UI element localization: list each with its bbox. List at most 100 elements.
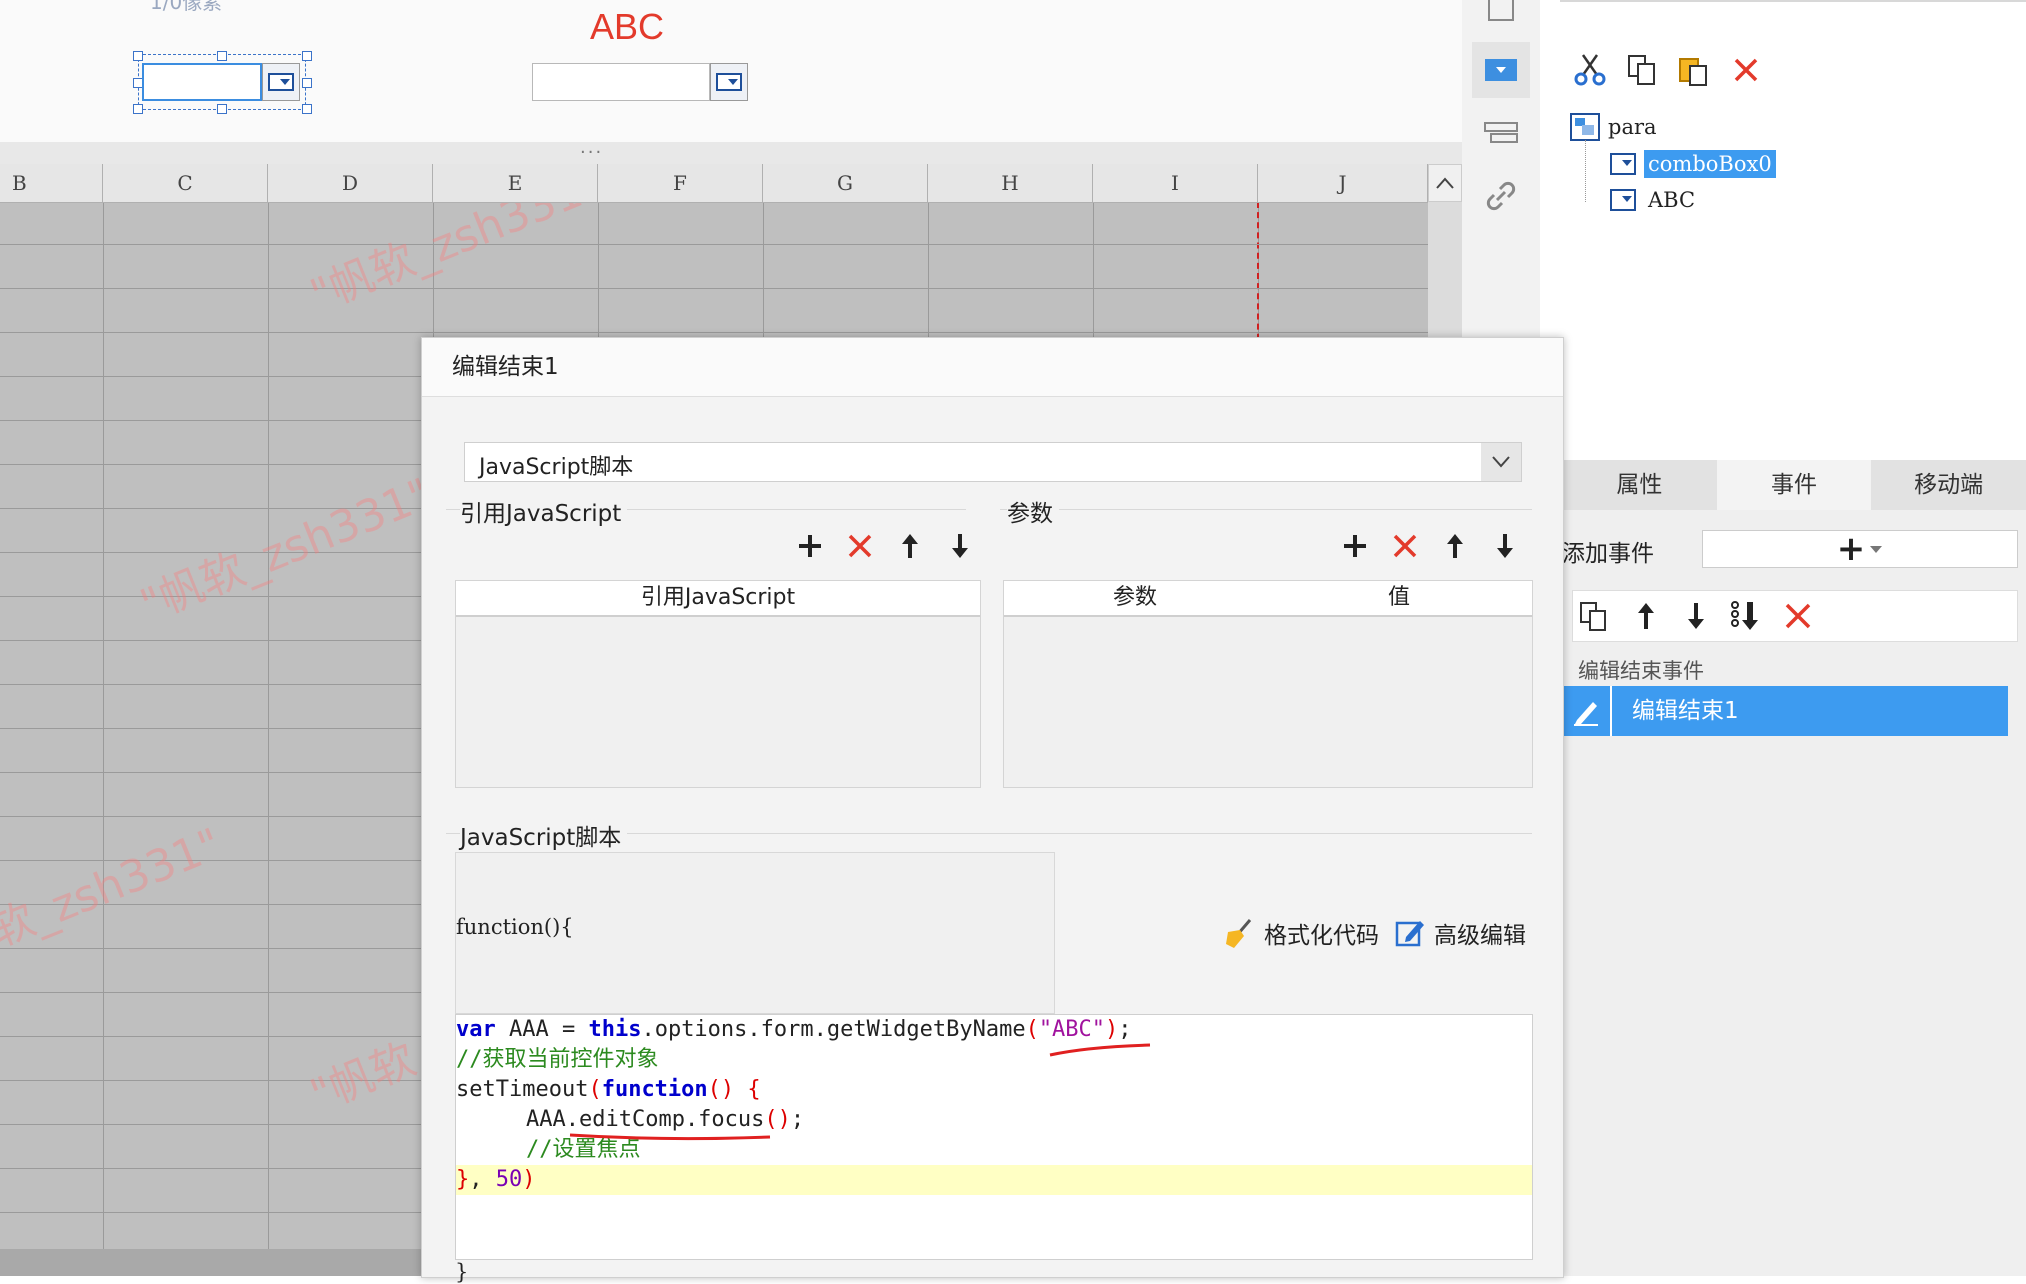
arrow-down-icon xyxy=(952,534,968,558)
params-table: 参数 值 xyxy=(1003,580,1533,788)
copy-event-button[interactable] xyxy=(1576,598,1612,634)
dropdown-icon xyxy=(716,73,742,91)
tree-node-combobox0[interactable]: comboBox0 xyxy=(1610,147,1776,181)
arrow-up-icon xyxy=(1638,603,1654,629)
broom-icon xyxy=(1226,919,1252,948)
advanced-edit-button[interactable]: 高级编辑 xyxy=(1394,916,1526,950)
tree-node-abc[interactable]: ABC xyxy=(1610,183,1699,217)
edit-icon xyxy=(1395,921,1424,947)
resize-handle[interactable] xyxy=(133,104,143,114)
widget-frame-button[interactable] xyxy=(1472,0,1530,38)
column-header[interactable]: E xyxy=(433,164,598,202)
combobox-icon xyxy=(1610,189,1636,211)
add-ref-button[interactable] xyxy=(792,528,828,564)
param-column-header[interactable]: 参数 xyxy=(1004,581,1267,617)
dropdown-icon xyxy=(268,73,294,91)
delete-icon xyxy=(1785,603,1811,629)
widget-list-button[interactable] xyxy=(1472,42,1530,98)
ref-move-down-button[interactable] xyxy=(942,528,978,564)
plus-icon xyxy=(799,535,821,557)
move-bottom-icon xyxy=(1731,601,1758,630)
move-down-button[interactable] xyxy=(1678,598,1714,634)
combobox0-widget[interactable] xyxy=(142,63,262,101)
column-header-row: B C D E F G H I J xyxy=(0,164,1428,203)
edit-icon-cell xyxy=(1562,686,1612,736)
resize-handle[interactable] xyxy=(217,104,227,114)
code-line: }, 50) xyxy=(456,1167,536,1192)
params-section-label: 参数 xyxy=(1007,494,1059,528)
code-line: setTimeout(function() { xyxy=(456,1077,761,1102)
edit-end-event-dialog: 编辑结束1 JavaScript脚本 引用JavaScript 引用JavaSc… xyxy=(421,337,1564,1284)
chevron-up-icon xyxy=(1436,177,1454,189)
layout-icon xyxy=(1484,122,1518,143)
link-button[interactable] xyxy=(1472,168,1530,224)
column-header[interactable]: G xyxy=(763,164,928,202)
frame-icon xyxy=(1488,0,1514,21)
form-icon xyxy=(1570,113,1600,141)
resize-handle[interactable] xyxy=(302,78,312,88)
resize-handle[interactable] xyxy=(302,51,312,61)
move-bottom-button[interactable] xyxy=(1728,598,1764,634)
ref-js-column-header[interactable]: 引用JavaScript xyxy=(456,581,980,617)
combobox0-dropdown-button[interactable] xyxy=(262,63,300,101)
add-event-button[interactable]: + xyxy=(1702,529,2018,569)
plus-icon xyxy=(1344,535,1366,557)
copy-button[interactable] xyxy=(1622,50,1662,90)
resize-handle[interactable] xyxy=(133,51,143,61)
watermark: "帆软_zsh331" xyxy=(0,818,229,982)
param-move-up-button[interactable] xyxy=(1437,528,1473,564)
event-item-label: 编辑结束1 xyxy=(1632,698,1739,724)
events-panel: 添加事件 + 编辑结束事件 编辑结束1 xyxy=(1562,510,2026,1276)
copy-icon xyxy=(1580,602,1606,631)
column-header[interactable]: I xyxy=(1093,164,1258,202)
code-line: var AAA = this.options.form.getWidgetByN… xyxy=(456,1017,1132,1042)
delete-event-button[interactable] xyxy=(1780,598,1816,634)
move-up-button[interactable] xyxy=(1628,598,1664,634)
arrow-down-icon xyxy=(1688,603,1704,629)
code-editor[interactable]: var AAA = this.options.form.getWidgetByN… xyxy=(455,1014,1533,1260)
column-header[interactable]: H xyxy=(928,164,1093,202)
script-type-select[interactable]: JavaScript脚本 xyxy=(464,442,1522,482)
param-move-down-button[interactable] xyxy=(1487,528,1523,564)
delete-param-button[interactable] xyxy=(1387,528,1423,564)
arrow-up-icon xyxy=(1447,534,1463,558)
abc-combobox-widget[interactable] xyxy=(532,63,710,101)
ref-move-up-button[interactable] xyxy=(892,528,928,564)
resize-handle[interactable] xyxy=(217,51,227,61)
chevron-down-icon xyxy=(1492,456,1510,468)
column-header[interactable]: D xyxy=(268,164,433,202)
tab-properties[interactable]: 属性 xyxy=(1562,460,1717,510)
tree-node-para[interactable]: para xyxy=(1570,110,1657,144)
add-event-label: 添加事件 xyxy=(1562,541,1654,567)
script-section-label: JavaScript脚本 xyxy=(460,818,628,852)
tab-events[interactable]: 事件 xyxy=(1716,460,1872,510)
add-param-button[interactable] xyxy=(1337,528,1373,564)
tab-mobile[interactable]: 移动端 xyxy=(1871,460,2026,510)
scroll-up-button[interactable] xyxy=(1428,164,1462,202)
column-header[interactable]: J xyxy=(1258,164,1428,202)
value-column-header[interactable]: 值 xyxy=(1266,581,1532,617)
resize-handle[interactable] xyxy=(302,104,312,114)
column-header[interactable]: B xyxy=(0,164,103,202)
select-arrow[interactable] xyxy=(1481,443,1521,481)
column-header[interactable]: F xyxy=(598,164,763,202)
delete-icon xyxy=(1734,58,1758,82)
delete-button[interactable] xyxy=(1726,50,1766,90)
splitter-bar[interactable]: ··· xyxy=(0,142,1462,164)
combobox-icon xyxy=(1485,59,1517,81)
format-code-button[interactable]: 格式化代码 xyxy=(1222,916,1379,950)
arrow-up-icon xyxy=(902,534,918,558)
abc-dropdown-button[interactable] xyxy=(710,63,748,101)
event-item-selected[interactable]: 编辑结束1 xyxy=(1562,686,2008,736)
paste-icon xyxy=(1679,58,1707,86)
paste-button[interactable] xyxy=(1674,50,1714,90)
ref-js-section-label: 引用JavaScript xyxy=(460,494,628,528)
copy-icon xyxy=(1628,55,1655,85)
layout-button[interactable] xyxy=(1472,104,1530,160)
cut-icon xyxy=(1574,54,1606,86)
abc-label: ABC xyxy=(590,6,665,47)
delete-ref-button[interactable] xyxy=(842,528,878,564)
tree-node-label: comboBox0 xyxy=(1644,150,1776,178)
column-header[interactable]: C xyxy=(103,164,268,202)
cut-button[interactable] xyxy=(1570,50,1610,90)
